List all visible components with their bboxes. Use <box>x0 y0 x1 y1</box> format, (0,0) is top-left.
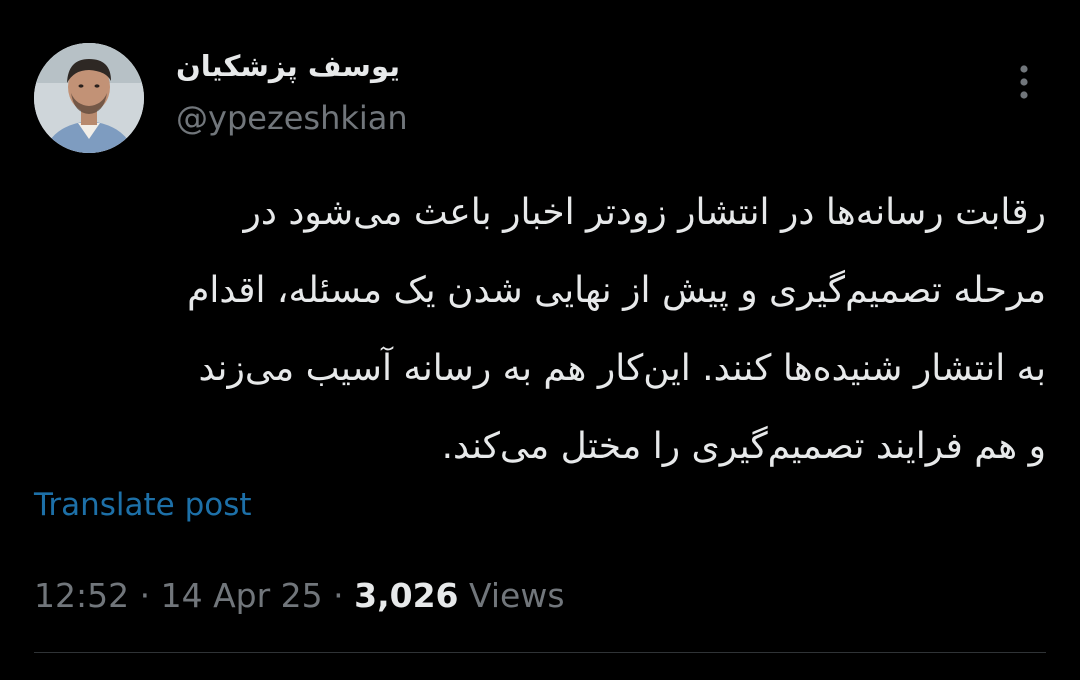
tweet-card: یوسف پزشکیان @ypezeshkian رقابت رسانه‌ها… <box>0 0 1080 680</box>
meta-separator: · <box>129 576 161 615</box>
author-handle[interactable]: @ypezeshkian <box>176 96 408 140</box>
more-options-button[interactable] <box>1008 60 1040 104</box>
views-label: Views <box>458 576 565 615</box>
avatar-image <box>34 43 144 153</box>
tweet-text-line: مرحله تصمیم‌گیری و پیش از نهایی شدن یک م… <box>187 270 1046 311</box>
translate-post-link[interactable]: Translate post <box>34 483 252 527</box>
tweet-text-line: و هم فرایند تصمیم‌گیری را مختل می‌کند. <box>441 426 1046 467</box>
tweet-text-line: به انتشار شنیده‌ها کنند. این‌کار هم به ر… <box>198 348 1046 389</box>
avatar[interactable] <box>34 43 144 153</box>
more-vertical-icon <box>1020 65 1028 99</box>
author-display-name[interactable]: یوسف پزشکیان <box>176 44 400 88</box>
post-time[interactable]: 12:52 <box>34 576 129 615</box>
tweet-text: رقابت رسانه‌ها در انتشار زودتر اخبار باع… <box>34 174 1046 486</box>
post-date[interactable]: 14 Apr 25 <box>161 576 323 615</box>
views-count: 3,026 <box>354 576 459 615</box>
meta-separator: · <box>322 576 355 615</box>
divider <box>34 652 1046 653</box>
post-meta: 12:52 · 14 Apr 25 · 3,026 Views <box>34 574 565 618</box>
tweet-text-line: رقابت رسانه‌ها در انتشار زودتر اخبار باع… <box>243 192 1046 233</box>
